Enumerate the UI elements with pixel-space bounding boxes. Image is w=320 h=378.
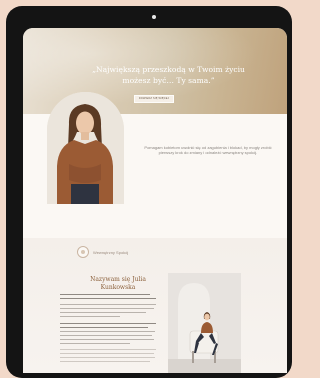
text-placeholder	[60, 357, 155, 359]
brand[interactable]: Wewnętrzny Spokój	[77, 245, 128, 259]
text-placeholder	[60, 298, 156, 300]
brand-name: Wewnętrzny Spokój	[93, 249, 129, 255]
hero-quote: „Największą przeszkodą w Twoim życiu moż…	[92, 65, 245, 85]
text-placeholder	[60, 335, 152, 337]
text-placeholder	[60, 361, 150, 363]
text-placeholder	[60, 343, 130, 345]
text-placeholder	[60, 316, 120, 318]
about-photo	[168, 273, 241, 373]
text-placeholder	[60, 353, 154, 355]
text-placeholder	[60, 327, 148, 329]
text-placeholder	[60, 339, 154, 341]
tablet-frame: „Największą przeszkodą w Twoim życiu moż…	[6, 6, 292, 378]
about-title: Nazywam się Julia Kunkowska	[90, 276, 146, 291]
woman-portrait-image	[47, 92, 124, 204]
text-placeholder	[60, 308, 154, 310]
text-placeholder	[60, 331, 155, 333]
circle-logo-icon	[77, 246, 89, 258]
text-placeholder	[60, 304, 156, 306]
text-placeholder	[60, 312, 146, 314]
text-placeholder	[60, 294, 150, 296]
website-screen[interactable]: „Największą przeszkodą w Twoim życiu moż…	[23, 28, 287, 373]
text-placeholder	[60, 323, 156, 325]
portrait-photo	[47, 92, 124, 204]
learn-more-button[interactable]: DOWIEDZ SIĘ WIĘCEJ	[134, 95, 174, 103]
woman-armchair-image	[168, 273, 241, 373]
text-placeholder	[60, 349, 156, 351]
camera-dot-icon	[152, 15, 156, 19]
mission-text: Pomagam kobietom uwolnić się od zagubien…	[144, 145, 272, 156]
